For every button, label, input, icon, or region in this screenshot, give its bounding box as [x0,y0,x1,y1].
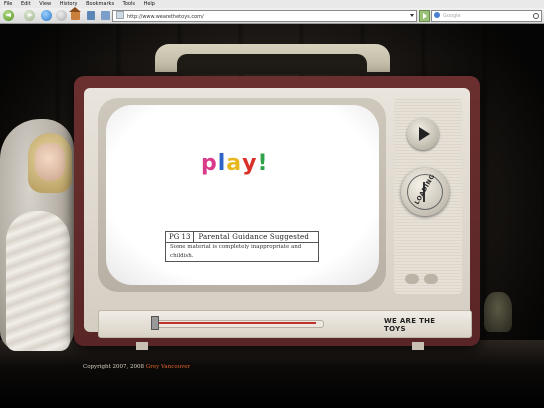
menu-view[interactable]: View [39,0,51,8]
author-link[interactable]: Grey Vancouver [146,364,190,370]
brand-label: WE ARE THE TOYS [384,317,436,333]
menu-bar: File Edit View History Bookmarks Tools H… [0,0,544,8]
page-content: LOADING WE ARE THE TOYS play! PG 13 Pare… [0,24,544,408]
rating-code: PG 13 [166,232,195,242]
favicon-icon [116,11,124,19]
tv-foot [412,342,424,350]
search-icon[interactable] [533,13,539,19]
menu-help[interactable]: Help [144,0,155,8]
play-letter: a [226,151,243,176]
chevron-down-icon[interactable] [410,14,414,17]
tuner-slider[interactable] [151,316,159,330]
stop-icon[interactable] [56,10,67,21]
menu-bookmarks[interactable]: Bookmarks [86,0,114,8]
reload-icon[interactable] [41,10,52,21]
menu-edit[interactable]: Edit [21,0,31,8]
search-input[interactable]: Google [431,10,542,22]
forward-icon[interactable] [24,10,35,21]
speaker-icon [424,274,438,284]
search-placeholder: Google [443,13,461,19]
google-icon [434,12,440,18]
play-letter: ! [257,151,269,176]
shelf [0,340,544,408]
rating-label: Parental Guidance Suggested [198,233,310,241]
speaker-icon [405,274,419,284]
rating-note: Some material is completely inappropriat… [170,244,302,259]
page-icon[interactable] [101,11,110,20]
tv-face: LOADING WE ARE THE TOYS [84,88,472,338]
bride-doll-image [0,119,80,351]
retro-tv: LOADING WE ARE THE TOYS [74,76,480,350]
address-bar[interactable]: http://www.wearethetoys.com/ [112,10,417,22]
play-letter: y [242,151,258,176]
play-letter: p [201,151,218,176]
copyright-footer: Copyright 2007, 2008 Grey Vancouver [83,364,190,370]
copyright-text: Copyright 2007, 2008 [83,364,145,370]
play-link[interactable]: play! [201,151,269,176]
menu-tools[interactable]: Tools [123,0,135,8]
loading-dial: LOADING [401,168,449,216]
bookmark-icon[interactable] [87,11,95,20]
toy-soldier-image [484,292,512,332]
address-text: http://www.wearethetoys.com/ [127,14,204,20]
play-knob-icon[interactable] [407,118,439,150]
go-button[interactable] [419,10,430,22]
back-icon[interactable] [3,10,14,21]
home-icon[interactable] [69,7,81,20]
tv-handle [155,24,390,80]
tuner-line [156,322,316,324]
menu-file[interactable]: File [4,0,12,8]
play-letter: l [217,151,227,176]
rating-box: PG 13 Parental Guidance Suggested Some m… [165,231,319,262]
tv-foot [136,342,148,350]
